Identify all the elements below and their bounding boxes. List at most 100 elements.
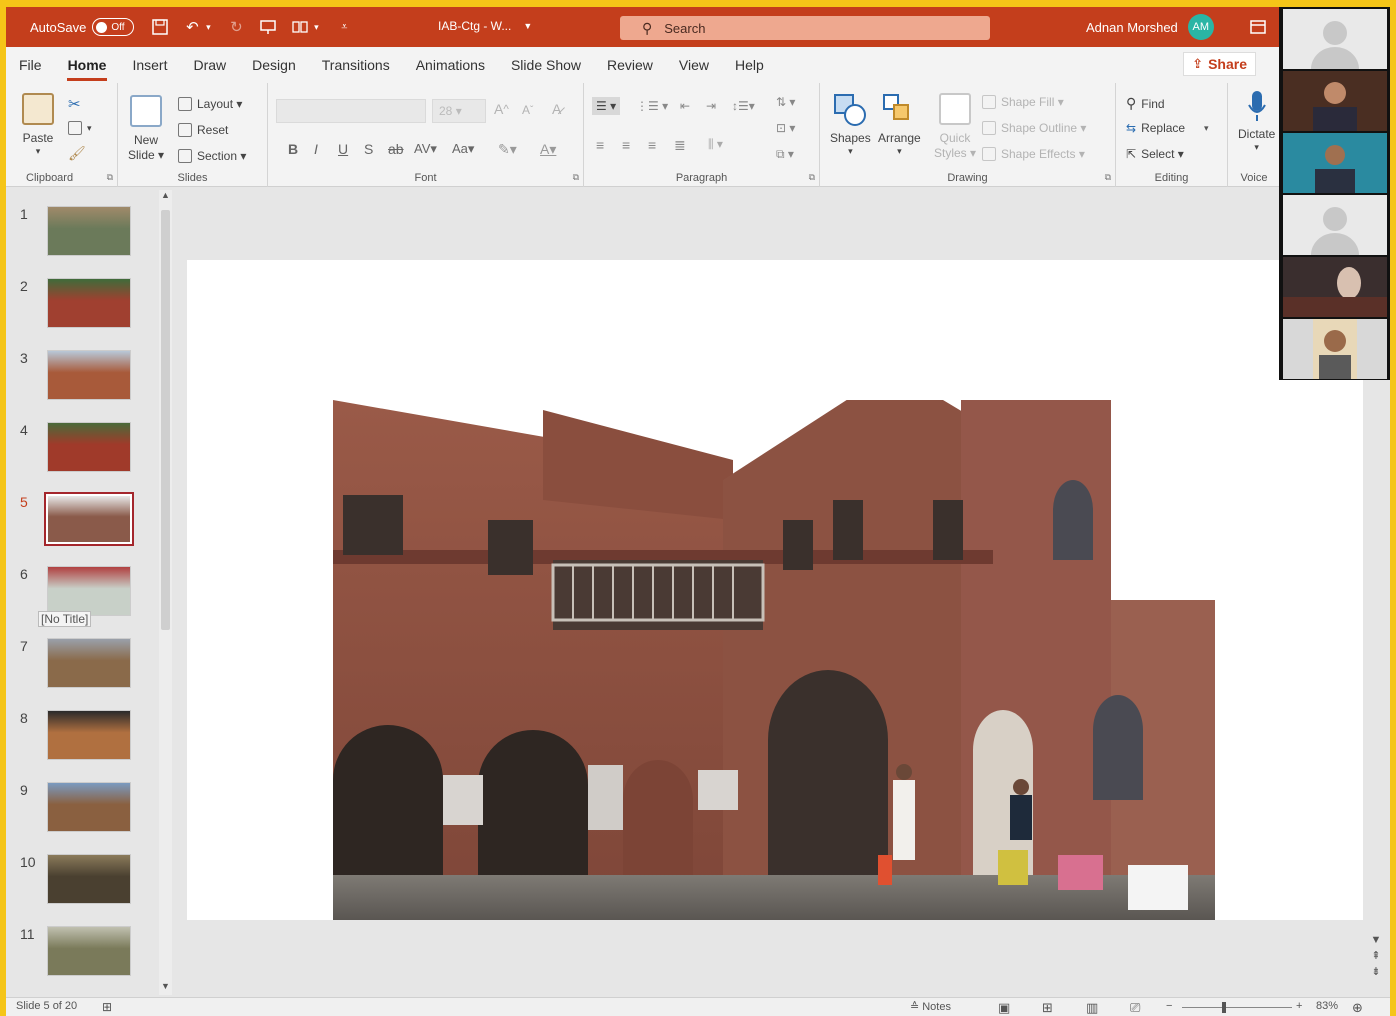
dialog-launcher-icon[interactable]: ⧉ [809,172,815,183]
italic-icon[interactable]: I [314,141,318,157]
participant-tile[interactable] [1283,319,1387,379]
present-icon[interactable] [258,17,278,37]
decrease-font-icon[interactable]: Aˇ [522,103,533,117]
slide-thumbnail-row[interactable]: 4 [6,420,166,492]
align-left-icon[interactable]: ≡ [596,137,604,153]
font-name-input[interactable] [276,99,426,123]
copy-icon[interactable]: ▾ [68,121,92,135]
tab-review[interactable]: Review [594,47,666,83]
arrange-button[interactable]: Arrange ▾ [878,93,921,157]
text-direction-icon[interactable]: ⇅ ▾ [776,95,795,109]
tab-animations[interactable]: Animations [403,47,498,83]
slide-thumbnail[interactable] [47,782,131,832]
save-icon[interactable] [150,17,170,37]
quick-styles-button[interactable]: Quick Styles ▾ [934,93,976,161]
tab-file[interactable]: File [6,47,55,83]
dictate-button[interactable]: Dictate ▾ [1238,89,1275,153]
slide-thumbnail-row[interactable]: 8 [6,708,166,780]
numbering-icon[interactable]: ⋮☰ ▾ [636,99,668,113]
slide-thumbnail-row[interactable]: 11 [6,924,166,996]
layout-button[interactable]: Layout ▾ [178,97,242,111]
previous-slide-icon[interactable]: ⇞ [1370,948,1382,964]
character-spacing-icon[interactable]: AV▾ [414,141,437,157]
shape-fill-button[interactable]: Shape Fill ▾ [982,95,1064,109]
bold-icon[interactable]: B [288,141,298,157]
tab-home[interactable]: Home [55,47,120,83]
clear-formatting-icon[interactable]: A̷ [552,101,561,117]
slide-thumbnail[interactable] [47,638,131,688]
smartart-icon[interactable]: ⧉ ▾ [776,147,794,162]
dialog-launcher-icon[interactable]: ⧉ [1105,172,1111,183]
increase-indent-icon[interactable]: ⇥ [706,99,716,113]
notes-button[interactable]: ≙ Notes [910,1000,951,1014]
slide-thumbnail-row[interactable]: 3 [6,348,166,420]
participant-tile[interactable] [1283,195,1387,255]
next-slide-scroll[interactable]: ▼ ⇞ ⇟ [1370,932,1382,992]
thumbnail-scrollbar[interactable]: ▲ ▼ [159,190,172,995]
cut-icon[interactable]: ✂ [68,95,81,113]
slide-thumbnail[interactable] [47,854,131,904]
decrease-indent-icon[interactable]: ⇤ [680,99,690,113]
slide-thumbnail-row[interactable]: 2 [6,276,166,348]
shape-effects-button[interactable]: Shape Effects ▾ [982,147,1085,161]
tab-transitions[interactable]: Transitions [309,47,403,83]
slide-sorter-view-icon[interactable]: ⊞ [1042,1000,1053,1016]
undo-dropdown-icon[interactable]: ▾ [202,17,214,37]
accessibility-icon[interactable]: ⊞ [102,1000,112,1014]
shadow-icon[interactable]: S [364,141,373,157]
align-right-icon[interactable]: ≡ [648,137,656,153]
fit-to-window-icon[interactable]: ⊕ [1352,1000,1363,1016]
section-button[interactable]: Section ▾ [178,149,246,163]
reading-view-icon[interactable]: ▥ [1086,1000,1098,1016]
ribbon-display-options-icon[interactable] [1248,17,1268,37]
bullets-icon[interactable]: ☰ ▾ [592,97,621,115]
find-button[interactable]: ⚲ Find [1126,95,1165,112]
slide-thumbnail[interactable] [47,710,131,760]
scroll-down-icon[interactable]: ▼ [159,981,172,995]
slide-thumbnail[interactable] [47,278,131,328]
next-slide-icon[interactable]: ⇟ [1370,964,1382,980]
shapes-button[interactable]: Shapes ▾ [830,93,871,157]
change-case-icon[interactable]: Aa▾ [452,141,474,157]
font-color-icon[interactable]: A▾ [540,141,556,158]
scroll-down-icon[interactable]: ▼ [1370,932,1382,948]
tab-draw[interactable]: Draw [180,47,239,83]
search-box[interactable]: ⚲ Search [620,16,990,40]
strikethrough-icon[interactable]: ab [388,141,404,157]
slide-thumbnail[interactable] [44,492,134,546]
paste-button[interactable]: Paste ▾ [22,93,54,157]
align-text-icon[interactable]: ⊡ ▾ [776,121,795,135]
columns-icon[interactable]: ⫼ ▾ [708,137,723,152]
zoom-slider[interactable] [1182,1007,1292,1008]
slideshow-view-icon[interactable]: ⎚ [1130,1000,1140,1016]
scrollbar-thumb[interactable] [161,210,170,630]
zoom-out-icon[interactable]: − [1166,1000,1172,1012]
normal-view-icon[interactable]: ▣ [998,1000,1010,1016]
slide-thumbnail[interactable] [47,206,131,256]
underline-icon[interactable]: U [338,141,348,157]
participant-tile[interactable] [1283,133,1387,193]
dialog-launcher-icon[interactable]: ⧉ [107,172,113,183]
line-spacing-icon[interactable]: ↕☰▾ [732,99,755,113]
autosave[interactable]: AutoSave Off [30,18,135,36]
zoom-level[interactable]: 83% [1316,1000,1338,1012]
dropdown-icon[interactable]: ▾ [310,17,322,37]
justify-icon[interactable]: ≣ [674,137,686,154]
document-title[interactable]: IAB-Ctg - W... ▼ [438,19,532,33]
slide-thumbnail-row[interactable]: 1 [6,204,166,276]
participant-tile[interactable] [1283,9,1387,69]
new-slide-button[interactable]: New Slide ▾ [128,95,164,163]
slide-thumbnail[interactable] [47,350,131,400]
autosave-toggle[interactable]: Off [92,18,135,36]
replace-button[interactable]: ⇆ Replace [1126,121,1185,135]
customize-qat-icon[interactable]: ⩡ [334,17,354,37]
slide-thumbnail-row[interactable]: 10 [6,852,166,924]
select-button[interactable]: ⇱ Select ▾ [1126,147,1184,161]
share-button[interactable]: ⇪ Share [1183,52,1256,76]
dialog-launcher-icon[interactable]: ⧉ [573,172,579,183]
shape-outline-button[interactable]: Shape Outline ▾ [982,121,1086,135]
undo-icon[interactable]: ↶ [182,17,202,37]
participant-tile[interactable] [1283,257,1387,317]
tab-help[interactable]: Help [722,47,777,83]
tab-insert[interactable]: Insert [119,47,180,83]
